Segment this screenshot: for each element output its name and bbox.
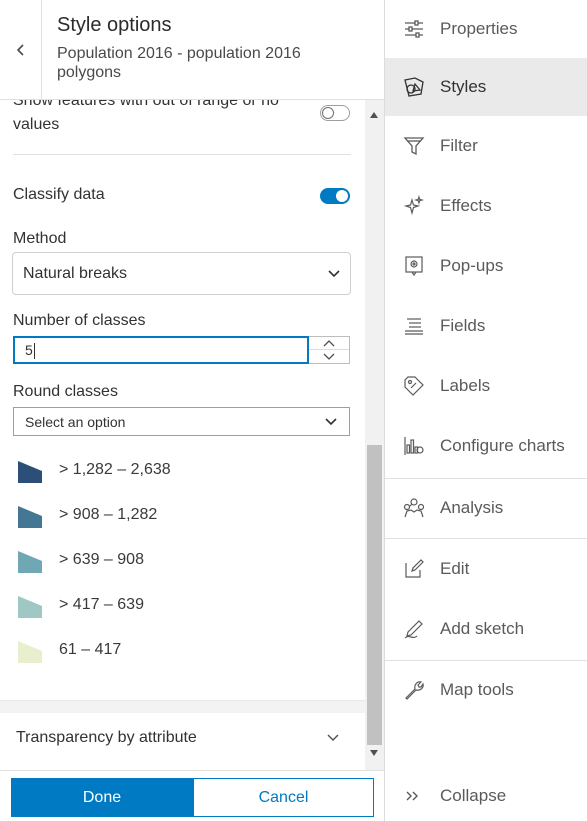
wrench-icon <box>405 681 424 700</box>
round-classes-label: Round classes <box>13 383 118 400</box>
round-classes-placeholder: Select an option <box>25 414 126 430</box>
nav-label: Edit <box>440 559 470 578</box>
stepper-down-button[interactable] <box>309 350 349 363</box>
scroll-thumb[interactable] <box>367 445 382 745</box>
nav-item-fields[interactable]: Fields <box>385 297 587 355</box>
nav-label: Collapse <box>440 786 507 805</box>
round-classes-select[interactable]: Select an option <box>13 407 350 436</box>
scroll-up-arrow-icon[interactable] <box>370 112 378 118</box>
polygon-swatch-icon <box>18 506 42 528</box>
legend-label: > 417 – 639 <box>59 596 144 613</box>
chevron-left-icon <box>16 44 24 56</box>
chevron-down-icon <box>328 269 340 277</box>
analysis-icon <box>403 498 425 518</box>
chevron-up-icon <box>323 339 335 346</box>
classify-data-label: Classify data <box>13 186 105 203</box>
sketch-icon <box>404 620 423 639</box>
method-select[interactable]: Natural breaks <box>12 252 351 295</box>
legend-item: > 908 – 1,282 <box>0 503 360 533</box>
nav-label: Filter <box>440 136 478 155</box>
polygon-swatch-icon <box>18 461 42 483</box>
legend-item: > 1,282 – 2,638 <box>0 458 360 488</box>
nav-label: Configure charts <box>440 436 565 455</box>
text-cursor <box>33 343 35 360</box>
nav-item-map-tools[interactable]: Map tools <box>385 661 587 719</box>
polygon-swatch-icon <box>18 596 42 618</box>
number-stepper[interactable] <box>309 336 350 364</box>
nav-divider <box>385 538 587 539</box>
number-of-classes-value: 5 <box>25 342 33 358</box>
nav-label: Map tools <box>440 680 514 699</box>
nav-item-styles[interactable]: Styles <box>385 58 587 116</box>
nav-label: Effects <box>440 196 492 215</box>
classify-data-toggle[interactable] <box>320 188 350 204</box>
done-button[interactable]: Done <box>11 778 193 817</box>
popup-icon <box>405 256 423 277</box>
legend-label: > 908 – 1,282 <box>59 506 158 523</box>
legend-item: 61 – 417 <box>0 638 360 668</box>
legend-label: 61 – 417 <box>59 641 122 658</box>
nav-label: Properties <box>440 19 518 38</box>
out-of-range-toggle[interactable] <box>320 105 350 121</box>
legend-label: > 639 – 908 <box>59 551 144 568</box>
edit-icon <box>405 559 424 578</box>
out-of-range-label-line2: values <box>13 116 60 133</box>
nav-label: Analysis <box>440 498 504 517</box>
nav-label: Add sketch <box>440 619 525 638</box>
transparency-label: Transparency by attribute <box>16 729 197 746</box>
stepper-up-button[interactable] <box>309 337 349 350</box>
number-of-classes-label: Number of classes <box>13 312 146 329</box>
nav-label: Styles <box>440 77 487 96</box>
nav-item-popups[interactable]: Pop-ups <box>385 237 587 295</box>
nav-label: Fields <box>440 316 486 335</box>
divider <box>13 154 351 155</box>
nav-item-edit[interactable]: Edit <box>385 540 587 598</box>
panel-subtitle: Population 2016 - population 2016 polygo… <box>57 45 301 81</box>
nav-item-labels[interactable]: Labels <box>385 357 587 415</box>
legend-item: > 417 – 639 <box>0 593 360 623</box>
styles-icon <box>404 77 424 97</box>
filter-icon <box>403 137 425 156</box>
cancel-button[interactable]: Cancel <box>193 778 374 817</box>
scroll-down-arrow-icon[interactable] <box>370 750 378 756</box>
panel-scrollbar[interactable] <box>365 100 384 770</box>
style-options-panel: Style options Population 2016 - populati… <box>0 0 385 821</box>
sliders-icon <box>405 20 423 38</box>
out-of-range-label: Show features with out of range or no <box>13 100 279 109</box>
legend-item: > 639 – 908 <box>0 548 360 578</box>
chevron-down-icon <box>325 417 337 425</box>
transparency-by-attribute-section[interactable]: Transparency by attribute <box>0 700 365 770</box>
chevron-down-icon <box>327 734 339 741</box>
toggle-knob <box>336 190 348 202</box>
sparkles-icon <box>403 195 425 216</box>
toggle-knob <box>322 107 334 119</box>
back-button[interactable] <box>0 0 42 100</box>
collapse-icon <box>406 791 418 801</box>
legend-label: > 1,282 – 2,638 <box>59 461 171 478</box>
polygon-swatch-icon <box>18 641 42 663</box>
nav-item-collapse[interactable]: Collapse <box>385 767 587 821</box>
nav-item-analysis[interactable]: Analysis <box>385 479 587 537</box>
panel-title: Style options <box>57 14 172 36</box>
polygon-swatch-icon <box>18 551 42 573</box>
chart-icon <box>404 437 424 455</box>
method-label: Method <box>13 230 67 247</box>
chevron-down-icon <box>323 353 335 360</box>
panel-content: Show features with out of range or no va… <box>0 100 365 700</box>
panel-footer: Done Cancel <box>0 770 384 821</box>
nav-item-properties[interactable]: Properties <box>385 0 587 58</box>
nav-label: Labels <box>440 376 491 395</box>
section-separator <box>0 701 365 713</box>
method-value: Natural breaks <box>23 264 128 282</box>
nav-item-configure-charts[interactable]: Configure charts <box>385 417 587 475</box>
label-icon <box>404 376 424 396</box>
panel-header: Style options Population 2016 - populati… <box>0 0 384 100</box>
nav-item-effects[interactable]: Effects <box>385 177 587 235</box>
nav-item-filter[interactable]: Filter <box>385 117 587 175</box>
fields-icon <box>405 318 423 335</box>
nav-item-add-sketch[interactable]: Add sketch <box>385 600 587 658</box>
nav-label: Pop-ups <box>440 256 504 275</box>
settings-nav: Properties Styles Filter Effects Pop-ups… <box>385 0 587 821</box>
number-of-classes-input[interactable]: 5 <box>13 336 309 364</box>
